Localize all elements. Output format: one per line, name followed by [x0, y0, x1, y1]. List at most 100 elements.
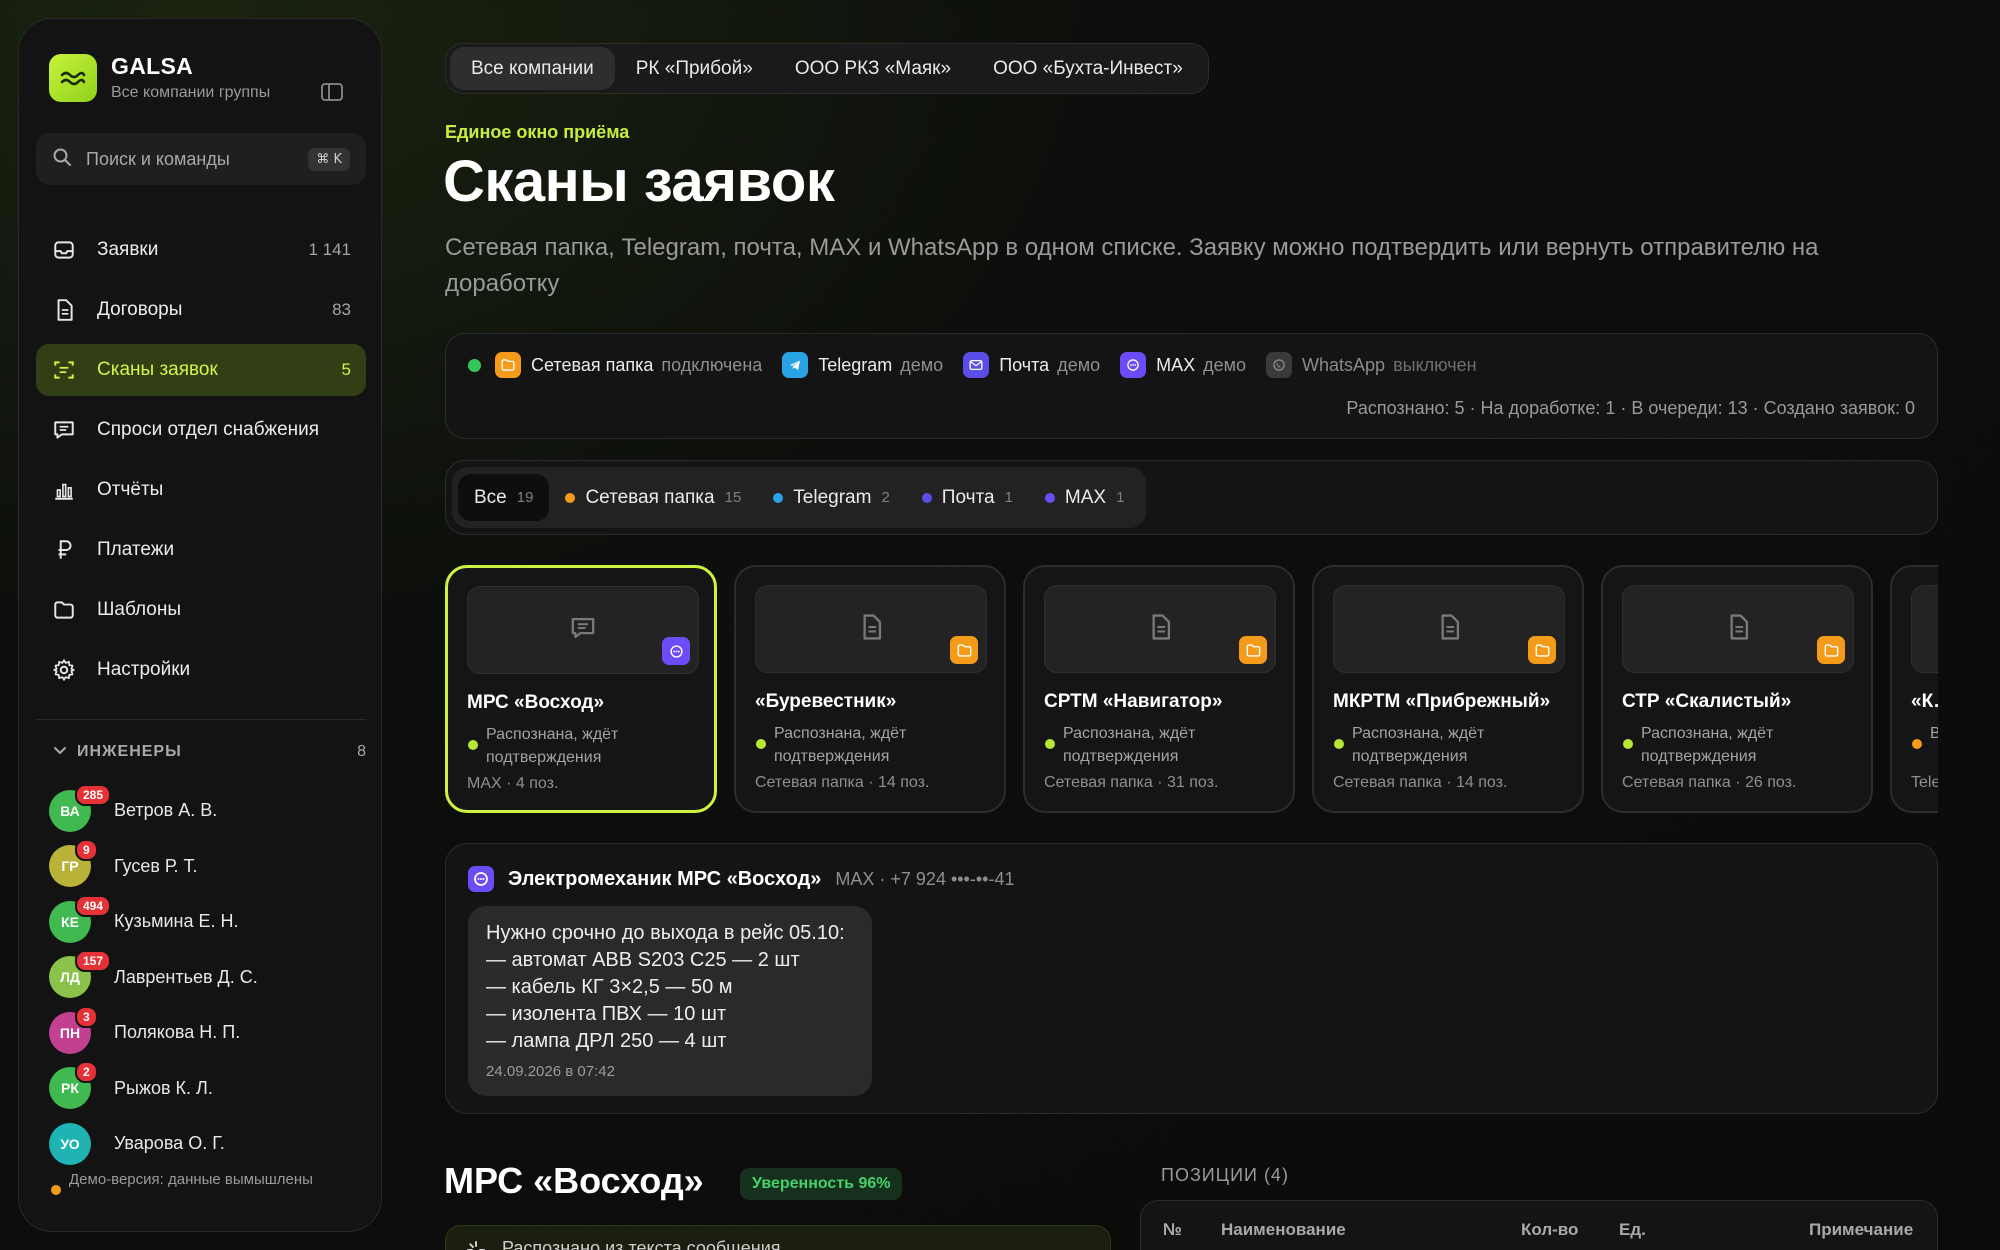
sidebar-item-count: 1 141 [308, 240, 351, 259]
column-header[interactable]: Ед. [1619, 1220, 1646, 1240]
status-dot [468, 740, 478, 750]
filter-label: Telegram [793, 486, 872, 508]
sidebar-item-7[interactable]: Шаблоны [36, 584, 366, 636]
status-dot [756, 739, 766, 749]
max-icon [1120, 352, 1147, 378]
main-nav: Заявки 1 141 Договоры 83 Сканы заявок 5 … [36, 224, 366, 704]
sidebar-item-label: Шаблоны [97, 599, 182, 620]
avatar: ВА 285 [49, 783, 112, 832]
scan-card[interactable]: МКРТМ «Прибрежный» Распознана, ждёт подт… [1312, 565, 1584, 813]
message-line: — изолента ПВХ — 10 шт [486, 1003, 727, 1025]
status-dot [1334, 739, 1344, 749]
avatar: ГР 9 [49, 839, 98, 888]
engineer-item[interactable]: КЕ 494 Кузьмина Е. Н. [49, 894, 369, 950]
sidebar-collapse-icon[interactable] [321, 83, 343, 101]
engineer-item[interactable]: РК 2 Рыжов К. Л. [49, 1061, 369, 1117]
company-tab-4[interactable]: ООО «Бухта-Инвест» [972, 47, 1204, 90]
card-thumbnail [467, 586, 699, 674]
scan-card[interactable]: СРТМ «Навигатор» Распознана, ждёт подтве… [1023, 565, 1295, 813]
column-header[interactable]: Кол-во [1521, 1220, 1578, 1240]
status-dot [1623, 739, 1633, 749]
scan-card[interactable]: МРС «Восход» Распознана, ждёт подтвержде… [445, 565, 717, 813]
page-title: Сканы заявок [443, 149, 835, 214]
card-thumbnail [1333, 585, 1565, 673]
scan-card[interactable]: «К… В… д… Tele… [1890, 565, 1938, 813]
filter-bar: Все 19 Сетевая папка 15 Telegram 2 Почта 1 MAX 1 [445, 460, 1938, 535]
unread-badge: 285 [75, 783, 112, 806]
engineer-item[interactable]: ЛД 157 Лаврентьев Д. С. [49, 950, 369, 1006]
message-line: — лампа ДРЛ 250 — 4 шт [486, 1030, 727, 1052]
channel-status: Telegram демо [782, 352, 943, 378]
folder-icon [1239, 636, 1267, 664]
message-timestamp: 24.09.2026 в 07:42 [486, 1063, 615, 1080]
filter-chip[interactable]: Почта 1 [906, 474, 1029, 521]
demo-status-dot [51, 1185, 61, 1195]
card-meta: Сетевая папка · 14 поз. [1333, 774, 1508, 791]
sidebar-item-3[interactable]: Сканы заявок 5 [36, 344, 366, 396]
avatar-initials: ЛД [60, 969, 80, 986]
card-title: МРС «Восход» [467, 692, 605, 713]
sidebar-item-4[interactable]: Спроси отдел снабжения [36, 404, 366, 456]
engineer-item[interactable]: ГР 9 Гусев Р. Т. [49, 839, 369, 895]
avatar-initials: ГР [61, 858, 79, 875]
document-icon [857, 613, 885, 646]
company-tab-3[interactable]: ООО РКЗ «Маяк» [774, 47, 972, 90]
unread-badge: 157 [75, 950, 112, 973]
recognition-note: Распознано из текста сообщения [502, 1238, 781, 1250]
source-dot [1044, 492, 1055, 503]
scan-card[interactable]: «Буревестник» Распознана, ждёт подтвержд… [734, 565, 1006, 813]
avatar: РК 2 [49, 1061, 98, 1110]
filter-chip[interactable]: MAX 1 [1029, 474, 1141, 521]
mail-icon [963, 352, 990, 378]
column-header[interactable]: Наименование [1221, 1220, 1346, 1240]
channel-status: Почта демо [963, 352, 1100, 378]
engineer-item[interactable]: УО Уварова О. Г. [49, 1116, 369, 1172]
column-header[interactable]: Примечание [1809, 1220, 1913, 1240]
column-header[interactable]: № [1163, 1220, 1182, 1240]
sidebar-item-label: Платежи [97, 539, 175, 560]
unread-badge: 9 [75, 839, 98, 862]
scan-card[interactable]: СТР «Скалистый» Распознана, ждёт подтвер… [1601, 565, 1873, 813]
avatar: ПН 3 [49, 1005, 98, 1054]
source-dot [921, 492, 932, 503]
positions-label: ПОЗИЦИИ (4) [1161, 1165, 1289, 1185]
sidebar-item-2[interactable]: Договоры 83 [36, 284, 366, 336]
engineer-item[interactable]: ВА 285 Ветров А. В. [49, 783, 369, 839]
brand-subtitle: Все компании группы [111, 84, 271, 101]
channel-name: Сетевая папка [531, 354, 654, 375]
bar-chart-icon [51, 477, 77, 503]
filter-count: 15 [724, 489, 742, 506]
filter-chip[interactable]: Все 19 [458, 474, 550, 521]
channel-name: Telegram [818, 354, 893, 375]
card-thumbnail [1622, 585, 1854, 673]
whatsapp-icon [1266, 352, 1293, 378]
scan-cards: МРС «Восход» Распознана, ждёт подтвержде… [445, 565, 1938, 815]
sidebar-item-8[interactable]: Настройки [36, 644, 366, 696]
brand-logo-icon [49, 53, 97, 102]
company-tab-2[interactable]: РК «Прибой» [615, 47, 774, 90]
card-title: СТР «Скалистый» [1622, 691, 1792, 712]
scan-icon [51, 357, 77, 383]
engineer-item[interactable]: ПН 3 Полякова Н. П. [49, 1005, 369, 1061]
card-meta: Tele… [1911, 774, 1938, 791]
filter-chip[interactable]: Сетевая папка 15 [549, 474, 757, 521]
engineers-header[interactable]: ИНЖЕНЕРЫ 8 [53, 743, 367, 761]
brand[interactable]: GALSA Все компании группы [49, 53, 270, 102]
inbox-icon [51, 237, 77, 263]
message-line: Нужно срочно до выхода в рейс 05.10: [486, 922, 845, 944]
page-eyebrow: Единое окно приёма [445, 122, 630, 142]
document-icon [1435, 613, 1463, 646]
filter-chip[interactable]: Telegram 2 [757, 474, 906, 521]
sidebar-item-1[interactable]: Заявки 1 141 [36, 224, 366, 276]
company-tab-1[interactable]: Все компании [450, 47, 615, 90]
sidebar-item-label: Настройки [97, 659, 191, 680]
card-meta: Сетевая папка · 26 поз. [1622, 774, 1797, 791]
chat-icon [51, 417, 77, 443]
sidebar-item-6[interactable]: Платежи [36, 524, 366, 576]
engineers-count: 8 [357, 743, 367, 760]
search-input[interactable]: Поиск и команды ⌘ K [36, 133, 366, 185]
confidence-badge: Уверенность 96% [740, 1168, 903, 1200]
sidebar-item-5[interactable]: Отчёты [36, 464, 366, 516]
ruble-icon [51, 537, 77, 563]
search-placeholder: Поиск и команды [86, 148, 230, 169]
